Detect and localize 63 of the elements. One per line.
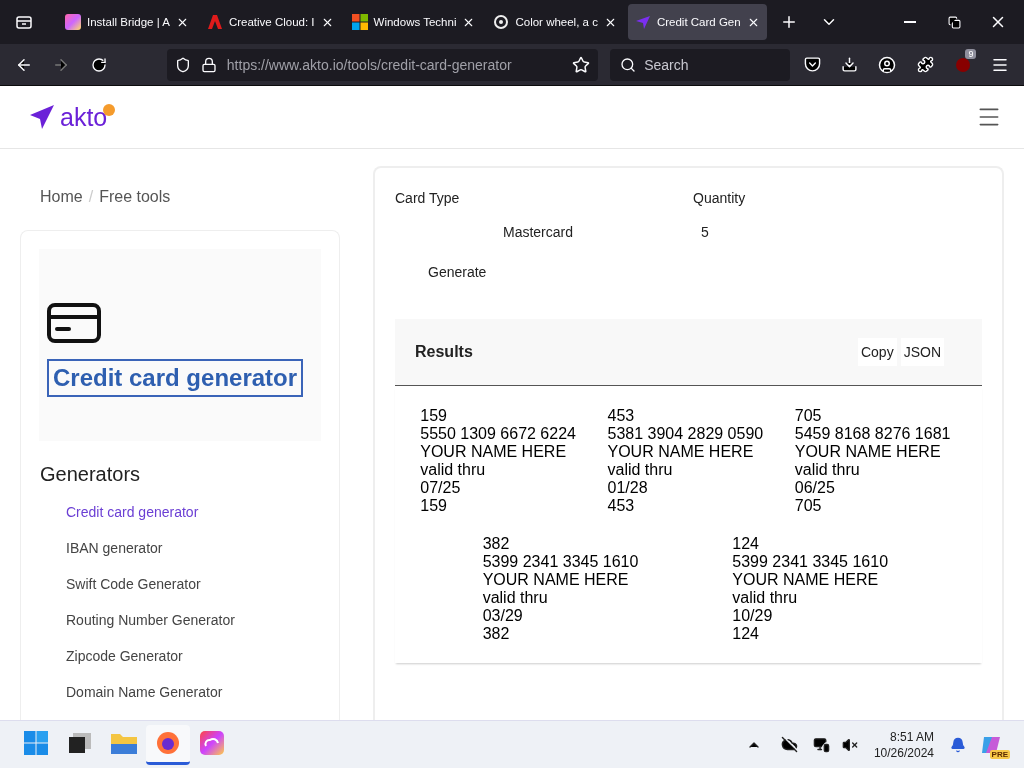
browser-tab[interactable]: Creative Cloud: I bbox=[199, 4, 341, 40]
generator-link[interactable]: Domain Name Generator bbox=[39, 684, 321, 720]
bell-icon bbox=[950, 736, 966, 753]
app-icon bbox=[65, 14, 81, 30]
reload-icon bbox=[91, 56, 107, 73]
card-result: 453 5381 3904 2829 0590 YOUR NAME HERE valid thru 01/28 453 bbox=[607, 407, 765, 515]
volume-muted-icon bbox=[841, 736, 858, 753]
generator-link[interactable]: Zipcode Generator bbox=[39, 648, 321, 684]
breadcrumb-separator: / bbox=[88, 188, 94, 207]
pocket-icon bbox=[803, 56, 821, 73]
field-label: Quantity bbox=[693, 190, 747, 206]
firefox-icon bbox=[156, 731, 180, 755]
download-icon bbox=[841, 56, 859, 73]
search-icon bbox=[620, 56, 637, 73]
color-wheel-icon bbox=[493, 14, 510, 30]
restore-icon bbox=[947, 15, 961, 29]
card-result: 705 5459 8168 8276 1681 YOUR NAME HERE valid thru 06/25 705 bbox=[794, 407, 952, 515]
windows-icon bbox=[24, 731, 48, 755]
lock-icon bbox=[200, 56, 217, 73]
akto-icon bbox=[634, 14, 651, 30]
browser-tab[interactable]: Install Bridge | A bbox=[58, 4, 196, 40]
taskbar-app[interactable] bbox=[146, 724, 190, 765]
section-heading: Generators bbox=[40, 463, 142, 486]
creative-cloud-icon bbox=[200, 731, 224, 755]
adobe-icon bbox=[206, 14, 223, 30]
field-label: Card Type bbox=[395, 190, 461, 206]
search-field[interactable]: Search bbox=[610, 48, 791, 81]
tab-list-icon bbox=[16, 14, 32, 30]
card-result: 382 5399 2341 3345 1610 YOUR NAME HERE valid thru 03/29 382 bbox=[482, 535, 640, 643]
card-result: 124 5399 2341 3345 1610 YOUR NAME HERE valid thru 10/29 124 bbox=[732, 535, 890, 643]
folder-icon bbox=[111, 732, 137, 754]
browser-tab[interactable]: Windows Techni bbox=[344, 4, 483, 40]
action-button[interactable]: Copy bbox=[857, 338, 897, 366]
cloud-off-icon bbox=[781, 736, 799, 753]
terminal-icon bbox=[69, 733, 91, 753]
clock[interactable]: 8:51 AM 10/26/2024 bbox=[873, 728, 934, 761]
browser-tab[interactable]: Credit Card Gen bbox=[627, 4, 767, 40]
minimize-icon bbox=[904, 21, 916, 23]
breadcrumb-link[interactable]: Home bbox=[40, 188, 83, 230]
address-bar[interactable]: https://www.akto.io/tools/credit-card-generator bbox=[166, 48, 599, 81]
akto-logo[interactable]: akto bbox=[28, 102, 118, 132]
copilot-button[interactable]: PRE bbox=[972, 728, 1012, 761]
action-button[interactable]: JSON bbox=[900, 338, 944, 366]
breadcrumb-link[interactable]: Free tools bbox=[99, 188, 171, 230]
url-text: https://www.akto.io/tools/credit-card-generator bbox=[226, 56, 513, 73]
generator-link[interactable]: Credit card generator bbox=[39, 504, 321, 540]
generator-link[interactable]: Routing Number Generator bbox=[39, 612, 321, 648]
credit-card-icon bbox=[47, 303, 101, 343]
card-type-select[interactable]: Mastercard bbox=[395, 218, 693, 246]
windows-icon bbox=[351, 14, 368, 30]
extension-icon bbox=[954, 56, 971, 73]
shield-icon bbox=[174, 56, 191, 73]
tool-title: Credit card generator bbox=[47, 359, 304, 397]
results-title: Results bbox=[415, 343, 473, 361]
bookmark-star-icon[interactable] bbox=[572, 55, 591, 74]
puzzle-icon bbox=[916, 56, 934, 73]
generator-link[interactable]: Swift Code Generator bbox=[39, 576, 321, 612]
quantity-field[interactable]: 5 bbox=[693, 218, 982, 246]
network-icon bbox=[813, 736, 831, 753]
browser-tab[interactable]: Color wheel, a c bbox=[486, 4, 624, 40]
account-icon bbox=[878, 55, 897, 74]
generator-link[interactable]: IBAN generator bbox=[39, 540, 321, 576]
card-result: 159 5550 1309 6672 6224 YOUR NAME HERE valid thru 07/25 159 bbox=[420, 407, 577, 515]
